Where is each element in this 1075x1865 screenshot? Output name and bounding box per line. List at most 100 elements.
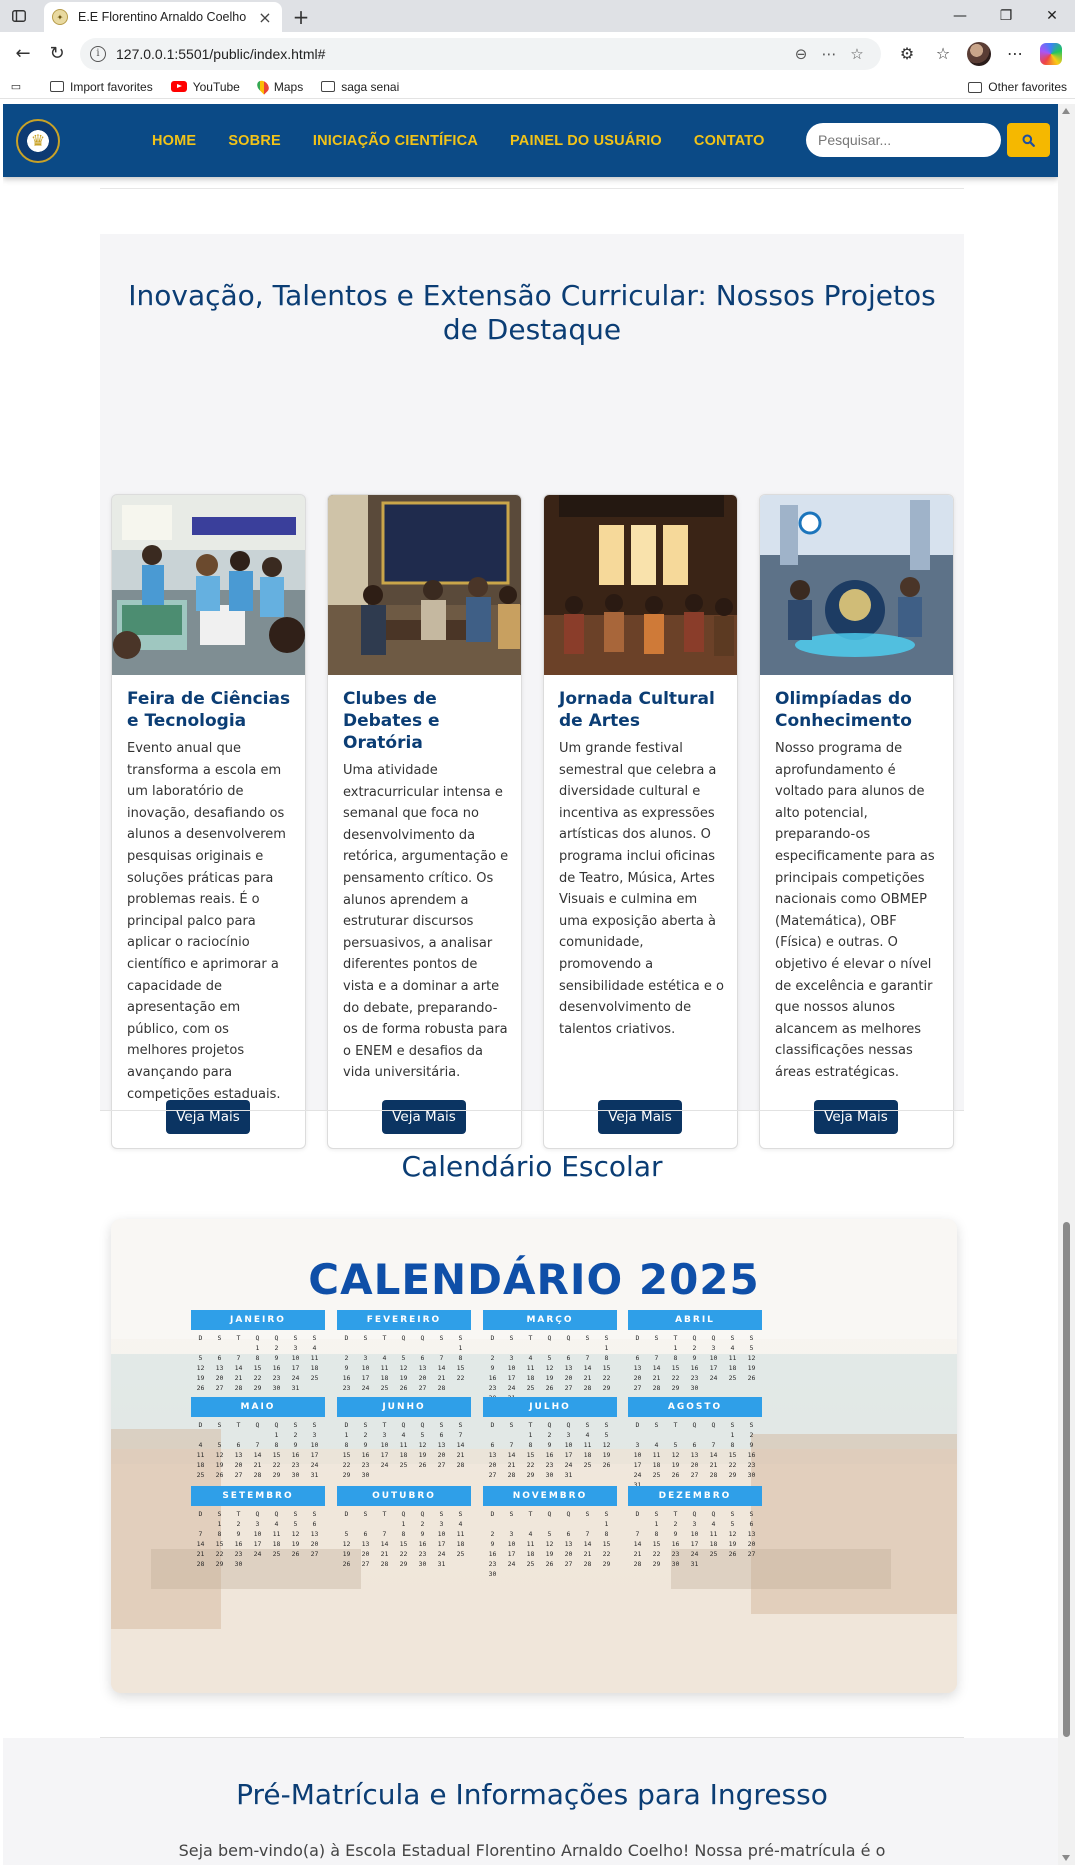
copilot-icon[interactable] (1033, 37, 1069, 71)
bookmark-maps[interactable]: Maps (254, 78, 304, 95)
month-name: SETEMBRO (191, 1486, 325, 1506)
project-card: Clubes de Debates e Oratória Uma ativida… (327, 494, 522, 1149)
calendar-month: JANEIRO D S T Q Q S S 1 2 3 4 5 6 7 8 9 10 11 12 13 14 15 16 17 1… (191, 1310, 325, 1393)
scroll-down-arrow-icon[interactable] (1062, 1855, 1070, 1861)
bookmark-saga-senai[interactable]: saga senai (321, 80, 399, 94)
nav-link-painel-usuario[interactable]: PAINEL DO USUÁRIO (510, 133, 662, 149)
new-tab-button[interactable]: + (286, 2, 316, 32)
browser-tabbar: ✦ E.E Florentino Arnaldo Coelho × + — ❐ … (0, 0, 1075, 32)
close-tab-icon[interactable]: × (256, 8, 274, 27)
bookmark-label: Maps (273, 79, 304, 94)
veja-mais-button[interactable]: Veja Mais (598, 1100, 682, 1134)
site-info-icon[interactable]: i (90, 45, 106, 62)
calendar-month: MAIO D S T Q Q S S 1 2 3 4 5 6 7 8 9 10 11 12 13 14 15 16 17 18 19… (191, 1397, 325, 1480)
veja-mais-button[interactable]: Veja Mais (814, 1100, 898, 1134)
url-text[interactable]: 127.0.0.1:5501/public/index.html# (116, 46, 787, 62)
projects-title: Inovação, Talentos e Extensão Curricular… (128, 279, 936, 346)
veja-mais-button[interactable]: Veja Mais (382, 1100, 466, 1134)
card-description: Um grande festival semestral que celebra… (559, 741, 724, 1037)
zoom-icon[interactable]: ⊖ (787, 40, 815, 68)
tab-title: E.E Florentino Arnaldo Coelho (78, 10, 247, 24)
month-name: MAIO (191, 1397, 325, 1417)
settings-more-icon[interactable]: ⋯ (997, 37, 1033, 71)
card-description: Evento anual que transforma a escola em … (127, 741, 286, 1102)
calendar-section-title: Calendário Escolar (401, 1150, 663, 1183)
project-card: Olimpíadas do Conhecimento Nosso program… (759, 494, 954, 1149)
card-title: Olimpíadas do Conhecimento (775, 689, 912, 731)
month-name: DEZEMBRO (628, 1486, 762, 1506)
address-bar[interactable]: i 127.0.0.1:5501/public/index.html# ⊖ ⋯ … (80, 37, 881, 70)
close-window-button[interactable]: ✕ (1029, 0, 1075, 32)
reload-icon[interactable]: ↻ (40, 37, 74, 71)
calendar-month: OUTUBRO D S T Q Q S S 1 2 3 4 5 6 7 8 9 10 11 12 13 14 15 16 17 1… (337, 1486, 471, 1569)
section-divider (100, 1110, 964, 1111)
scroll-up-arrow-icon[interactable] (1062, 108, 1070, 114)
youtube-icon (170, 81, 187, 92)
bookmark-import-favorites[interactable]: Import favorites (50, 80, 153, 94)
card-description: Nosso programa de aprofundamento é volta… (775, 741, 935, 1080)
browser-tab-active[interactable]: ✦ E.E Florentino Arnaldo Coelho × (44, 2, 282, 32)
month-name: JANEIRO (191, 1310, 325, 1330)
prematricula-title: Pré-Matrícula e Informações para Ingress… (236, 1778, 828, 1811)
olimpiadas-image (760, 495, 953, 675)
project-card: Jornada Cultural de Artes Um grande fest… (543, 494, 738, 1149)
section-divider (100, 188, 964, 189)
calendar-month: JUNHO D S T Q Q S S 1 2 3 4 5 6 7 8 9 10 11 12 13 14 15 16 17 18 1… (337, 1397, 471, 1480)
month-name: JUNHO (337, 1397, 471, 1417)
card-description: Uma atividade extracurricular intensa e … (343, 763, 509, 1081)
card-title: Jornada Cultural de Artes (559, 689, 715, 731)
calendar-month: AGOSTO D S T Q Q S S 1 2 3 4 5 6 7 8 9 10 11 12 13 14 15 16 17 18… (628, 1397, 762, 1490)
scrollbar-thumb[interactable] (1063, 1222, 1070, 1737)
bookmark-label: YouTube (192, 79, 240, 94)
calendar-month: JULHO D S T Q Q S S 1 2 3 4 5 6 7 8 9 10 11 12 13 14 15 16 17 18 1… (483, 1397, 617, 1480)
site-favicon-icon: ✦ (52, 9, 68, 25)
folder-icon (321, 81, 336, 92)
profile-avatar[interactable] (961, 37, 997, 71)
bookmark-label: Import favorites (70, 79, 153, 94)
back-arrow-icon[interactable]: ← (6, 37, 40, 71)
card-title: Feira de Ciências e Tecnologia (127, 689, 291, 731)
search-button[interactable] (1007, 123, 1050, 157)
calendar-month: DEZEMBRO D S T Q Q S S 1 2 3 4 5 6 7 8 9 10 11 12 13 14 15 16 17… (628, 1486, 762, 1569)
month-name: ABRIL (628, 1310, 762, 1330)
browser-toolbar: ← ↻ i 127.0.0.1:5501/public/index.html# … (0, 32, 1075, 75)
calendar-image: CALENDÁRIO 2025 JANEIRO D S T Q Q S S 1 2 3 4 5 6 7 8 9 1… (111, 1219, 957, 1693)
nav-links: HOME SOBRE INICIAÇÃO CIENTÍFICA PAINEL D… (152, 133, 797, 149)
prematricula-intro: Seja bem-vindo(a) à Escola Estadual Flor… (178, 1841, 886, 1860)
month-name: NOVEMBRO (483, 1486, 617, 1506)
calendar-image-title: CALENDÁRIO 2025 (308, 1255, 760, 1304)
month-name: OUTUBRO (337, 1486, 471, 1506)
nav-link-sobre[interactable]: SOBRE (228, 133, 281, 149)
project-card: Feira de Ciências e Tecnologia Evento an… (111, 494, 306, 1149)
bookmark-youtube[interactable]: YouTube (170, 79, 240, 94)
veja-mais-button[interactable]: Veja Mais (166, 1100, 250, 1134)
jornada-cultural-image (544, 495, 737, 675)
minimize-button[interactable]: — (937, 0, 983, 32)
calendar-month: NOVEMBRO D S T Q Q S S 1 2 3 4 5 6 7 8 9 10 11 12 13 14 15 16 17… (483, 1486, 617, 1579)
favorites-icon[interactable]: ☆ (925, 37, 961, 71)
restore-button[interactable]: ❐ (983, 0, 1029, 32)
month-name: MARÇO (483, 1310, 617, 1330)
month-name: JULHO (483, 1397, 617, 1417)
school-logo[interactable]: ♛ (16, 118, 60, 163)
more-page-actions-icon[interactable]: ⋯ (815, 40, 843, 68)
nav-link-home[interactable]: HOME (152, 133, 196, 149)
bookmarks-menu-icon[interactable]: ▭ (8, 80, 30, 94)
bookmark-label: Other favorites (988, 80, 1067, 94)
bookmark-other-favorites[interactable]: Other favorites (968, 80, 1067, 94)
nav-link-contato[interactable]: CONTATO (694, 133, 765, 149)
maps-icon (254, 78, 271, 95)
site-navbar: ♛ HOME SOBRE INICIAÇÃO CIENTÍFICA PAINEL… (3, 104, 1058, 177)
window-controls: — ❐ ✕ (937, 0, 1075, 32)
scrollbar[interactable] (1058, 104, 1075, 1865)
month-name: FEVEREIRO (337, 1310, 471, 1330)
bookmark-label: saga senai (341, 79, 400, 94)
search-input[interactable]: Pesquisar... (806, 123, 1001, 157)
calendar-month: ABRIL D S T Q Q S S 1 2 3 4 5 6 7 8 9 10 11 12 13 14 15 16 17 18 1… (628, 1310, 762, 1393)
tab-actions-icon[interactable] (0, 0, 38, 32)
extensions-icon[interactable]: ⚙ (889, 37, 925, 71)
favorite-star-icon[interactable]: ☆ (843, 40, 871, 68)
nav-link-iniciacao-cientifica[interactable]: INICIAÇÃO CIENTÍFICA (313, 133, 478, 149)
clube-debates-image (328, 495, 521, 675)
card-title: Clubes de Debates e Oratória (343, 689, 440, 753)
